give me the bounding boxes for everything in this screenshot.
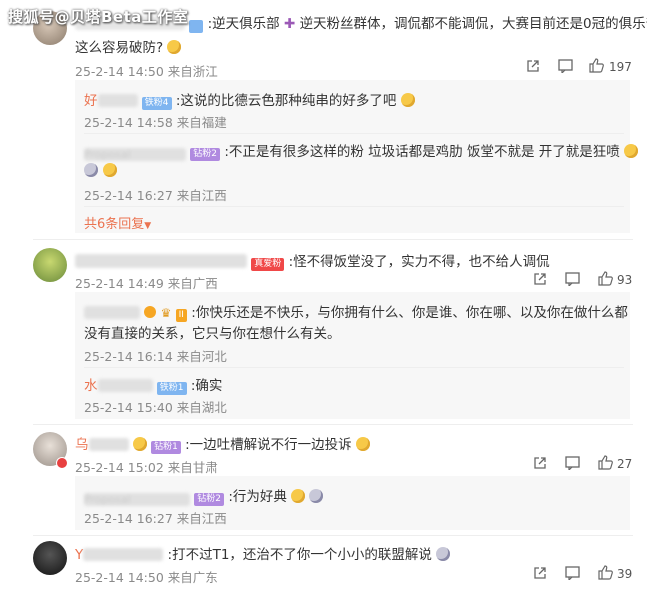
comment-icon[interactable] [558,59,573,73]
comment-text: :打不过T1，还治不了你一个小小的联盟解说 [167,547,432,563]
chevron-down-icon: ▼ [144,221,152,231]
comment-text-cont: 逆天粉丝群体，调侃都不能调侃，大赛目前还是0冠的俱乐部 [299,16,647,32]
avatar[interactable] [33,541,67,575]
reply-text: :不正是有很多这样的粉 垃圾话都是鸡肋 饭堂不就是 开了就是狂喷 [224,144,620,160]
comment-date: 25-2-14 15:02 [75,460,164,475]
comment-text: :怪不得饭堂没了，实力不得，也不给人调侃 [288,254,550,270]
cat-emoji-icon [436,547,451,561]
fan-badge: II [175,309,187,322]
reply-date: 25-2-14 14:58 [84,115,173,130]
reply-text: :行为好典 [228,489,287,505]
share-icon[interactable] [533,272,547,286]
username-redacted[interactable]: Proposal [84,493,190,506]
like-icon[interactable] [589,58,604,73]
reply-text: :你快乐还是不快乐，与你拥有什么、你是谁、你在哪、以及你在做什么都 [191,305,628,321]
cat-emoji-icon [309,489,324,503]
reply-location: 来自福建 [176,115,227,130]
comment-icon[interactable] [565,272,580,286]
smirk-emoji-icon [167,40,182,54]
comment-location: 来自广西 [167,276,218,291]
heart-eyes-emoji-icon [132,437,147,451]
comment-icon[interactable] [565,456,580,470]
comment-icon[interactable] [565,566,580,580]
like-icon[interactable] [598,565,613,580]
status-dot-icon [56,457,68,469]
reply-username[interactable]: 好 [84,93,98,109]
reply-text: :这说的比德云色那种纯串的好多了吧 [175,93,397,109]
comment-date: 25-2-14 14:50 [75,570,164,585]
comment-location: 来自广东 [167,570,218,585]
like-count: 197 [609,60,632,74]
more-replies-link[interactable]: 共6条回复▼ [84,213,151,232]
fan-badge: 真爱粉 [251,258,285,271]
reply-date: 25-2-14 16:27 [84,511,173,526]
shocked-emoji-icon [355,437,370,451]
dog-emoji-icon [103,163,118,177]
fan-badge: 钻粉2 [194,493,225,506]
like-count: 93 [617,273,633,287]
username-redacted [83,548,164,561]
comment-date: 25-2-14 14:50 [75,64,164,79]
like-icon[interactable] [598,455,613,470]
crown-icon: ♛ [160,306,172,320]
share-icon[interactable] [533,566,547,580]
fan-badge: 钻粉2 [190,148,221,161]
comment-date: 25-2-14 14:49 [75,276,164,291]
comment-username[interactable]: 乌 [75,437,89,453]
reply-location: 来自河北 [176,349,227,364]
reply-text-line2: 没有直接的关系，它只与你在想什么有关。 [84,326,341,342]
fan-badge: 铁粉4 [141,97,172,110]
share-icon[interactable] [533,456,547,470]
comment-username[interactable]: Y [75,547,83,563]
username-redacted[interactable] [84,306,140,319]
username-redacted [97,379,153,392]
reply-date: 25-2-14 16:14 [84,349,173,364]
reply-location: 来自江西 [176,511,227,526]
watermark: 搜狐号@贝塔Beta工作室 [8,8,189,26]
dog-emoji-icon [291,489,306,503]
username-redacted [88,438,129,451]
comment-location: 来自甘肃 [167,460,218,475]
reply-date: 25-2-14 16:27 [84,188,173,203]
comment-text: :一边吐槽解说不行一边投诉 [185,437,352,453]
avatar[interactable] [33,248,67,282]
like-count: 27 [617,457,633,471]
reply-date: 25-2-14 15:40 [84,400,173,415]
reply-location: 来自湖北 [176,400,227,415]
comment-text: :逆天俱乐部 [207,16,280,32]
like-icon[interactable] [598,271,613,286]
laugh-emoji-icon [400,93,415,107]
cat-emoji-icon [84,163,98,177]
reply-username[interactable]: 水 [84,378,98,394]
fan-badge: 铁粉1 [156,382,187,395]
username-redacted [97,94,138,107]
plus-icon: ✚ [283,16,296,32]
share-icon[interactable] [526,59,540,73]
username-redacted[interactable] [75,254,247,268]
reply-text: :确实 [190,378,223,394]
like-count: 39 [617,567,633,581]
reply-location: 来自江西 [176,188,227,203]
verified-icon [144,306,157,318]
fan-badge [189,20,204,33]
dog-emoji-icon [624,144,639,158]
fan-badge: 钻粉1 [151,441,181,454]
comment-text-line2: 这么容易破防? [75,40,164,56]
comment-location: 来自浙江 [167,64,218,79]
